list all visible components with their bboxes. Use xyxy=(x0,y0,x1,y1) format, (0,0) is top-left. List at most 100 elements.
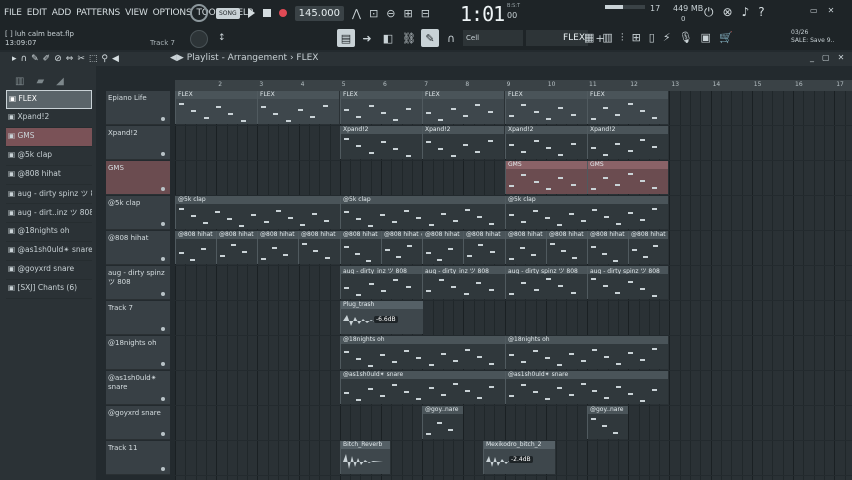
automation-icon[interactable]: ◢ xyxy=(56,76,64,90)
track-header[interactable]: Epiano Life xyxy=(106,91,170,125)
track-mute-icon[interactable] xyxy=(161,467,165,471)
pattern-clip[interactable]: GMS xyxy=(587,161,668,194)
track-mute-icon[interactable] xyxy=(161,222,165,226)
track-lane[interactable]: @18nights oh @18nights oh xyxy=(175,336,852,371)
app-minimize-icon[interactable]: ▭ xyxy=(810,6,818,15)
picker-item[interactable]: ▣ @5k clap xyxy=(6,147,92,166)
pattern-clip[interactable]: @808 hihat xyxy=(628,231,668,264)
track-header[interactable]: Track 7 xyxy=(106,301,170,335)
pattern-clip[interactable]: @808 hihat xyxy=(175,231,216,264)
track-lane[interactable]: Plug_trash -6.6dB xyxy=(175,301,852,336)
track-lane[interactable]: Bitch_Reverb Mexikodro_bitch_2 -2.4dB xyxy=(175,441,852,476)
track-mute-icon[interactable] xyxy=(161,362,165,366)
save-icon[interactable]: ▣ xyxy=(701,31,711,45)
stop-icon[interactable] xyxy=(262,9,271,17)
track-header[interactable]: @as1sh0uld✴ snare xyxy=(106,371,170,405)
pattern-clip[interactable]: Xpand!2 xyxy=(422,126,504,159)
pattern-clip[interactable]: @808 hihat xyxy=(298,231,340,264)
recording-icon[interactable]: 🎙 xyxy=(679,31,693,45)
news-panel[interactable]: 03/26 SALE: Save 9.. xyxy=(791,29,834,45)
pattern-clip[interactable]: @808 hihat xyxy=(340,231,381,264)
pattern-clip[interactable]: @808 hihat xyxy=(587,231,628,264)
mixer-icon[interactable]: ⫶ xyxy=(621,31,624,45)
track-header[interactable]: @18nights oh xyxy=(106,336,170,370)
audio-clip-icon[interactable]: ▰ xyxy=(36,76,44,90)
pattern-clip[interactable]: FLEX xyxy=(505,91,587,124)
track-header[interactable]: aug - dirty spinz ツ 808 xyxy=(106,266,170,300)
pattern-clip[interactable]: aug - dirty_inz ツ 808 xyxy=(340,266,422,299)
menu-add[interactable]: ADD xyxy=(52,8,72,18)
pattern-clip[interactable]: FLEX xyxy=(175,91,257,124)
pattern-clip[interactable]: @5k clap xyxy=(505,196,668,229)
select-icon[interactable]: ⬚ xyxy=(89,54,98,64)
picker-item[interactable]: ▣ @as1sh0uld✴ snare xyxy=(6,242,92,261)
playback-icon[interactable]: ◀ xyxy=(112,54,119,64)
playlist-view-icon[interactable]: ▤ xyxy=(337,29,355,47)
pattern-clip[interactable]: Xpand!2 xyxy=(505,126,587,159)
piano-roll-icon[interactable]: ▥ xyxy=(602,31,612,45)
loop-record-icon[interactable]: ⊟ xyxy=(421,7,430,20)
playlist-grid[interactable]: 2 3 4 5 6 7 8 9 10 11 12 13 14 15 16 17 FLEX FLEX FLEX … xyxy=(175,80,852,480)
pattern-clip[interactable]: aug - dirty spinz ツ 808 xyxy=(505,266,587,299)
track-mute-icon[interactable] xyxy=(161,152,165,156)
snap-selector[interactable]: Cell xyxy=(463,30,523,46)
mute-tool-icon[interactable]: ⊘ xyxy=(54,54,62,64)
pattern-clip[interactable]: @5k clap xyxy=(340,196,505,229)
playlist-arrow-icon[interactable]: ▸ xyxy=(12,54,17,64)
picker-item[interactable]: ▣ @goyxrd snare xyxy=(6,261,92,280)
picker-item[interactable]: ▣ aug - dirt..inz ツ 808 #2 xyxy=(6,204,92,223)
picker-item[interactable]: ▣ FLEX xyxy=(6,90,92,109)
slip-icon[interactable]: ⇔ xyxy=(66,54,74,64)
pitch-icon[interactable]: ↕ xyxy=(218,33,226,43)
picker-item[interactable]: ▣ @808 hihat xyxy=(6,166,92,185)
pattern-clip[interactable]: @18nights oh xyxy=(340,336,505,369)
timeline-ruler[interactable]: 2 3 4 5 6 7 8 9 10 11 12 13 14 15 16 17 xyxy=(175,80,852,91)
track-mute-icon[interactable] xyxy=(161,117,165,121)
countdown-icon[interactable]: ⊖ xyxy=(386,7,395,20)
audio-clip[interactable]: Bitch_Reverb xyxy=(340,441,390,474)
track-lane[interactable]: GMS GMS xyxy=(175,161,852,196)
picker-item[interactable]: ▣ [SXJ] Chants (6) xyxy=(6,280,92,299)
track-header[interactable]: @808 hihat xyxy=(106,231,170,265)
pattern-song-toggle-icon[interactable] xyxy=(190,4,208,22)
play-icon[interactable] xyxy=(247,8,255,18)
pattern-clip[interactable]: @5k clap xyxy=(175,196,340,229)
pattern-clip[interactable]: @808 hihat xyxy=(216,231,257,264)
tempo-display[interactable]: 145.000 xyxy=(294,5,345,21)
record-icon[interactable] xyxy=(278,9,287,17)
maximize-icon[interactable]: ▢ xyxy=(822,53,830,62)
track-lane[interactable]: Xpand!2 Xpand!2 Xpand!2 Xpand!2 xyxy=(175,126,852,161)
pattern-clip[interactable]: @808 hihat xyxy=(505,231,546,264)
track-header[interactable]: GMS xyxy=(106,161,170,195)
link-icon[interactable]: ⛓ xyxy=(400,29,418,47)
song-mode-badge[interactable]: SONG xyxy=(216,7,240,19)
song-position-display[interactable]: 1:01 xyxy=(460,2,505,26)
audio-clip[interactable]: Plug_trash -6.6dB xyxy=(340,301,423,334)
track-lane[interactable]: @as1sh0uld✴ snare @as1sh0uld✴ snare xyxy=(175,371,852,406)
microphone-icon[interactable]: ⊗ xyxy=(723,5,733,20)
wait-for-input-icon[interactable]: ⊡ xyxy=(369,7,378,20)
magnet-icon[interactable]: ∩ xyxy=(442,29,460,47)
menu-options[interactable]: OPTIONS xyxy=(153,8,192,18)
help-icon[interactable]: ? xyxy=(758,5,764,20)
stamp-icon[interactable]: ◧ xyxy=(379,29,397,47)
pencil-small-icon[interactable]: ✎ xyxy=(31,54,39,64)
pattern-clip[interactable]: @as1sh0uld✴ snare xyxy=(340,371,505,404)
channel-rack-icon[interactable]: ⊞ xyxy=(632,31,641,45)
track-mute-icon[interactable] xyxy=(161,432,165,436)
power-icon[interactable]: ⏻ xyxy=(704,5,714,20)
menu-file[interactable]: FILE xyxy=(4,8,22,18)
menu-patterns[interactable]: PATTERNS xyxy=(76,8,120,18)
pattern-clip[interactable]: Xpand!2 xyxy=(587,126,668,159)
pencil-icon[interactable]: ✎ xyxy=(421,29,439,47)
pattern-clip[interactable]: GMS xyxy=(505,161,587,194)
track-header[interactable]: Track 11 xyxy=(106,441,170,475)
track-mute-icon[interactable] xyxy=(161,327,165,331)
blend-notes-icon[interactable]: ⊞ xyxy=(404,7,413,20)
track-lane[interactable]: FLEX FLEX FLEX FLEX FLEX FLEX xyxy=(175,91,852,126)
playlist-icon[interactable]: ▦ xyxy=(584,31,594,45)
plugin-icon[interactable]: ⚡ xyxy=(663,31,671,45)
cart-icon[interactable]: 🛒 xyxy=(719,31,733,45)
track-mute-icon[interactable] xyxy=(161,187,165,191)
close-icon[interactable]: ✕ xyxy=(838,53,845,62)
